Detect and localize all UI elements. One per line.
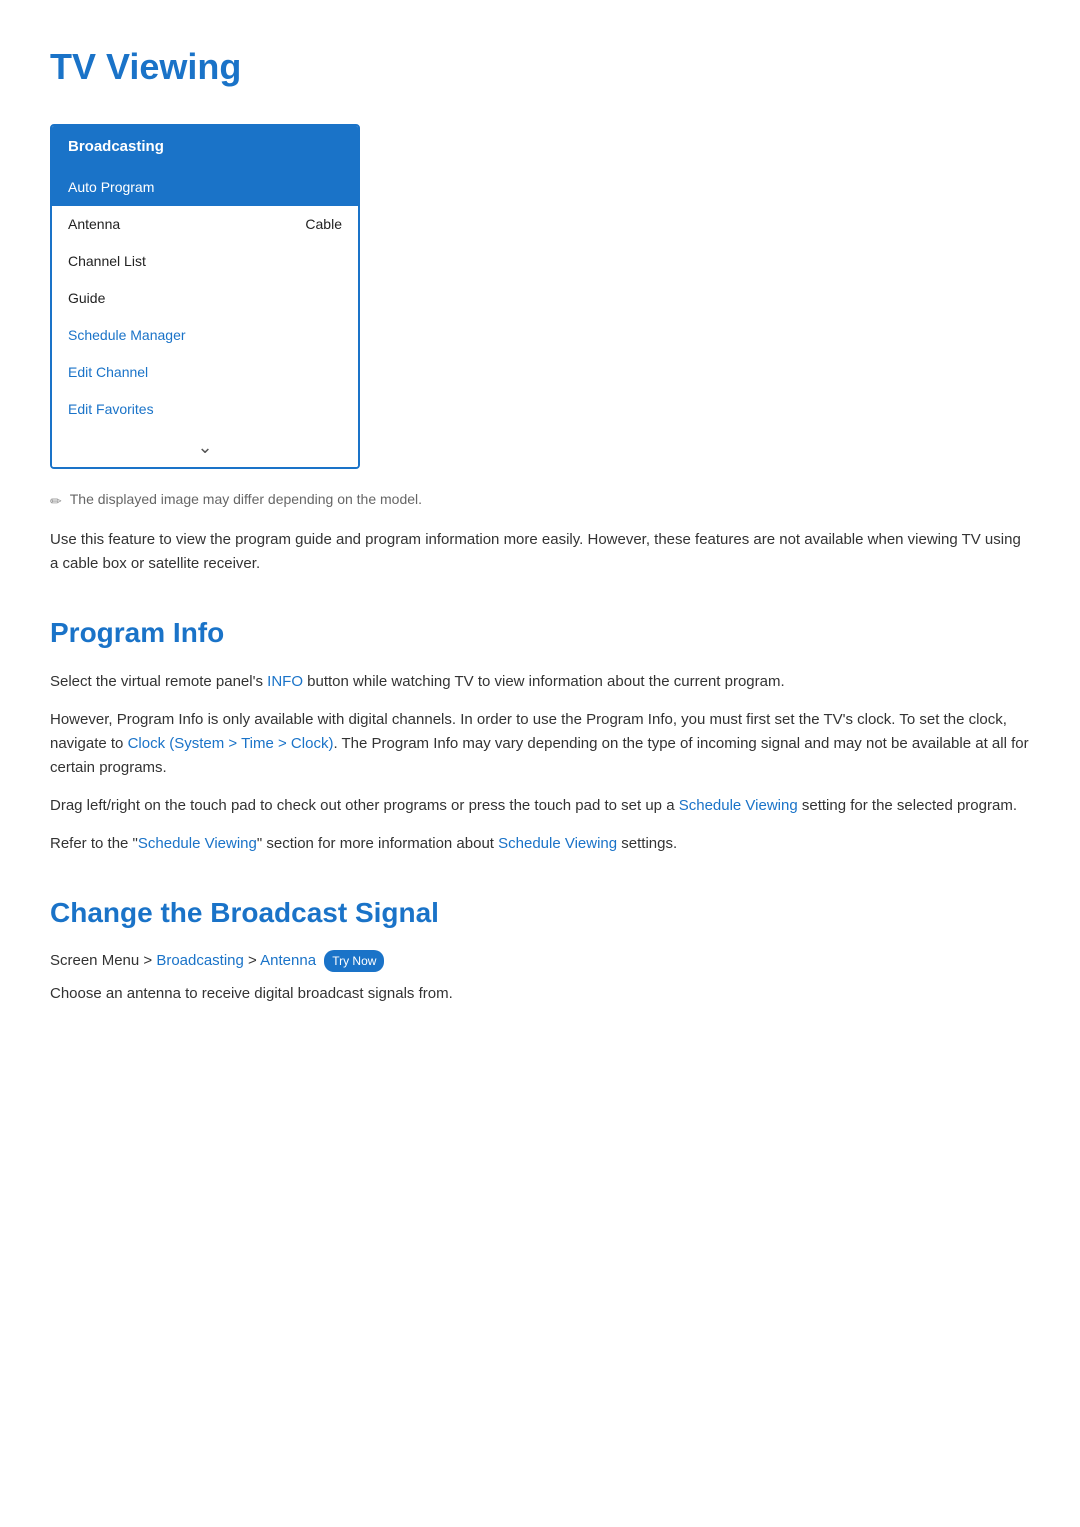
note-text: The displayed image may differ depending… [70,489,422,510]
image-note: ✏ The displayed image may differ dependi… [50,489,1030,512]
menu-item-schedule-manager[interactable]: Schedule Manager [52,317,358,354]
schedule-viewing-link-3[interactable]: Schedule Viewing [498,835,617,852]
info-link[interactable]: INFO [267,673,303,690]
menu-item-antenna-label: Antenna [68,214,120,235]
breadcrumb-antenna-link[interactable]: Antenna [260,952,316,969]
menu-item-edit-channel[interactable]: Edit Channel [52,354,358,391]
page-title: TV Viewing [50,40,1030,94]
menu-panel: Broadcasting Auto Program Antenna Cable … [50,124,360,469]
menu-item-guide[interactable]: Guide [52,280,358,317]
menu-header: Broadcasting [52,126,358,169]
section-title-broadcast-signal: Change the Broadcast Signal [50,892,1030,934]
broadcast-signal-body: Choose an antenna to receive digital bro… [50,982,1030,1006]
menu-item-auto-program[interactable]: Auto Program [52,169,358,206]
menu-item-channel-list[interactable]: Channel List [52,243,358,280]
intro-paragraph: Use this feature to view the program gui… [50,528,1030,576]
program-info-para-1: Select the virtual remote panel's INFO b… [50,670,1030,694]
breadcrumb: Screen Menu > Broadcasting > Antenna Try… [50,950,1030,973]
schedule-viewing-link-2[interactable]: Schedule Viewing [138,835,257,852]
try-now-badge[interactable]: Try Now [324,950,384,972]
clock-link[interactable]: Clock (System > Time > Clock) [128,735,334,752]
pencil-icon: ✏ [50,491,62,512]
menu-item-antenna[interactable]: Antenna Cable [52,206,358,243]
schedule-viewing-link-1[interactable]: Schedule Viewing [679,797,798,814]
program-info-para-4: Refer to the "Schedule Viewing" section … [50,832,1030,856]
menu-item-antenna-value: Cable [305,214,342,235]
program-info-para-3: Drag left/right on the touch pad to chec… [50,794,1030,818]
menu-item-edit-favorites[interactable]: Edit Favorites [52,391,358,428]
section-title-program-info: Program Info [50,612,1030,654]
breadcrumb-broadcasting-link[interactable]: Broadcasting [156,952,244,969]
chevron-down-icon: ⌄ [197,434,212,461]
program-info-para-2: However, Program Info is only available … [50,708,1030,780]
menu-footer-chevron: ⌄ [52,428,358,467]
